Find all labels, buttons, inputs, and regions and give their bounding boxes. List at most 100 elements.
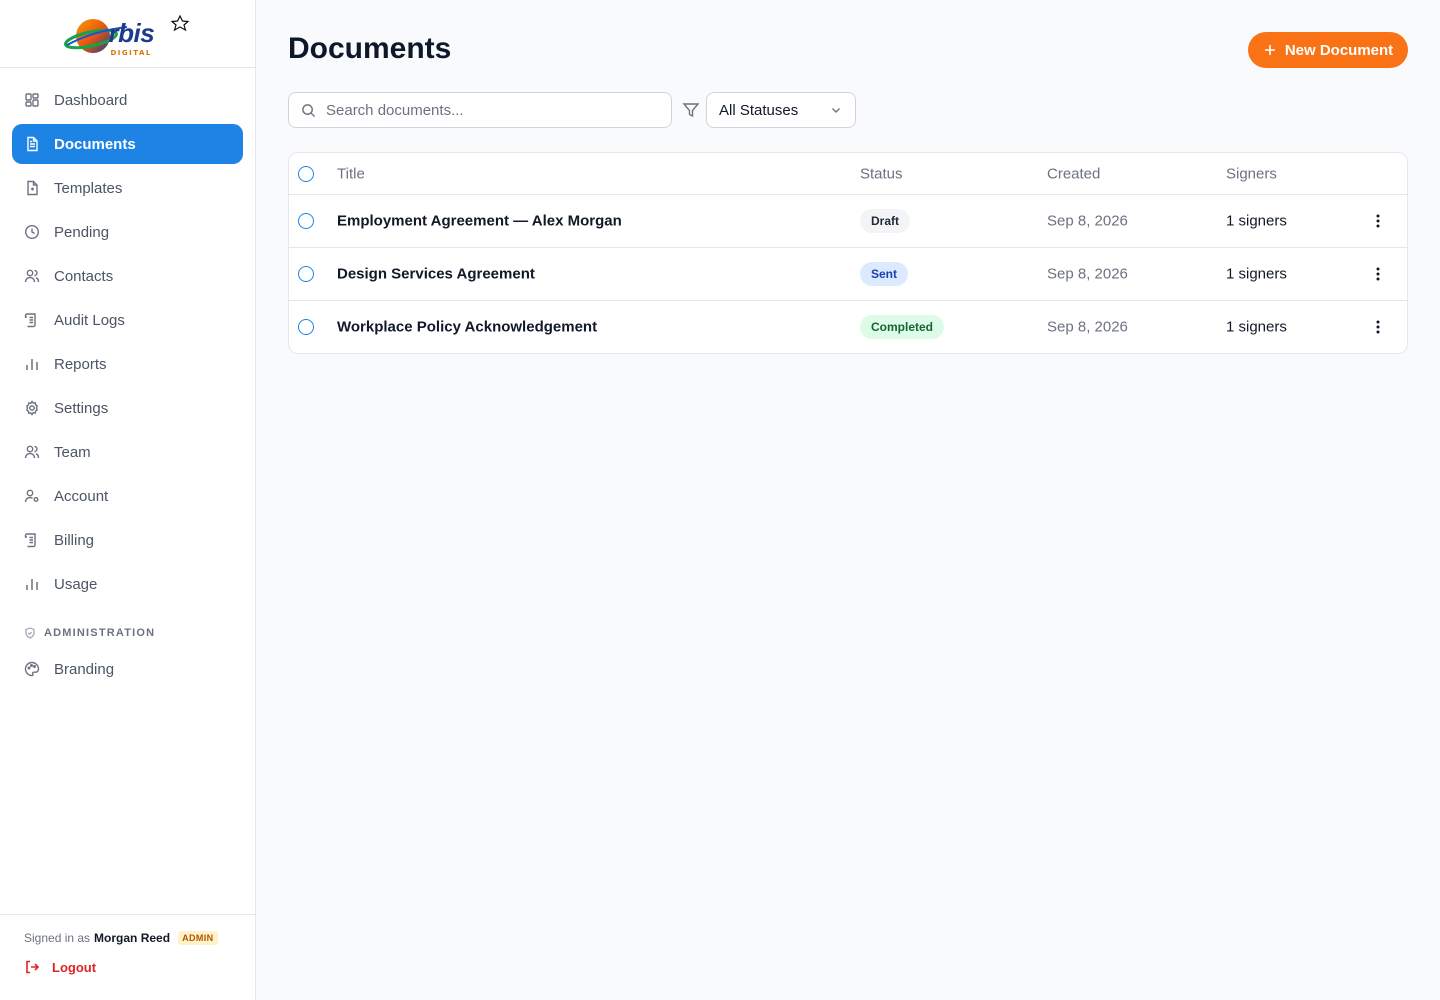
section-label-text: ADMINISTRATION <box>44 627 156 639</box>
documents-table: Title Status Created Signers Employment … <box>288 152 1408 354</box>
status-cell: Completed <box>860 315 945 339</box>
gear-icon <box>24 400 40 416</box>
signed-in-prefix: Signed in as <box>24 931 91 945</box>
row-menu-button[interactable] <box>1372 266 1384 282</box>
sidebar-item-label: Reports <box>54 355 107 373</box>
sidebar-item-team[interactable]: Team <box>12 432 243 472</box>
sidebar-item-label: Audit Logs <box>54 311 125 329</box>
sidebar-item-templates[interactable]: Templates <box>12 168 243 208</box>
sidebar-item-label: Contacts <box>54 267 114 285</box>
logo-wordmark: rbis <box>108 17 155 48</box>
sidebar-item-label: Team <box>54 443 91 461</box>
logout-icon <box>26 960 40 974</box>
more-vertical-icon <box>1376 214 1380 228</box>
document-title[interactable]: Design Services Agreement <box>337 266 535 283</box>
bar-chart-icon <box>24 356 40 372</box>
table-row[interactable]: Design Services Agreement Sent Sep 8, 20… <box>289 247 1407 300</box>
clock-icon <box>24 224 40 240</box>
document-title[interactable]: Employment Agreement — Alex Morgan <box>337 213 622 230</box>
column-header-status[interactable]: Status <box>860 165 903 182</box>
section-label-administration: ADMINISTRATION <box>12 608 243 649</box>
scroll-icon <box>24 312 40 328</box>
new-document-button[interactable]: New Document <box>1248 32 1408 68</box>
created-date: Sep 8, 2026 <box>1047 318 1128 336</box>
status-filter-value: All Statuses <box>719 101 799 119</box>
sidebar: rbis DIGITAL Dashboard Documents Templat… <box>0 0 256 1000</box>
role-badge: ADMIN <box>178 931 218 945</box>
sidebar-item-label: Pending <box>54 223 110 241</box>
table-row[interactable]: Employment Agreement — Alex Morgan Draft… <box>289 194 1407 247</box>
column-header-signers[interactable]: Signers <box>1226 165 1277 182</box>
row-checkbox[interactable] <box>298 266 314 282</box>
sidebar-item-label: Settings <box>54 399 109 417</box>
palette-icon <box>24 661 40 677</box>
bar-chart-icon <box>24 576 40 592</box>
status-badge: Sent <box>860 262 909 286</box>
sidebar-item-label: Usage <box>54 575 98 593</box>
chevron-down-icon <box>832 108 840 113</box>
sidebar-item-label: Templates <box>54 179 123 197</box>
logout-button[interactable]: Logout <box>24 959 255 975</box>
row-menu-button[interactable] <box>1372 319 1384 335</box>
more-vertical-icon <box>1376 267 1380 281</box>
table-header-row: Title Status Created Signers <box>289 153 1407 194</box>
user-cog-icon <box>24 488 40 504</box>
select-all-checkbox[interactable] <box>298 165 314 182</box>
more-vertical-icon <box>1376 320 1380 334</box>
sidebar-item-usage[interactable]: Usage <box>12 564 243 604</box>
sidebar-item-label: Account <box>54 487 109 505</box>
sidebar-footer: Signed in as Morgan Reed ADMIN Logout <box>0 914 255 1000</box>
row-checkbox[interactable] <box>298 319 314 335</box>
logout-label: Logout <box>52 959 97 975</box>
status-filter-select[interactable]: All Statuses <box>706 92 856 128</box>
sidebar-item-reports[interactable]: Reports <box>12 344 243 384</box>
status-badge: Draft <box>860 209 911 233</box>
scroll-icon <box>24 532 40 548</box>
created-date: Sep 8, 2026 <box>1047 265 1128 283</box>
sidebar-item-label: Branding <box>54 660 115 678</box>
sidebar-item-pending[interactable]: Pending <box>12 212 243 252</box>
sidebar-item-settings[interactable]: Settings <box>12 388 243 428</box>
status-badge: Completed <box>860 315 945 339</box>
logo-subtitle: DIGITAL <box>110 48 152 57</box>
signed-in-info: Signed in as Morgan Reed ADMIN <box>24 931 255 945</box>
users-icon <box>24 444 40 460</box>
sidebar-item-account[interactable]: Account <box>12 476 243 516</box>
row-menu-button[interactable] <box>1372 213 1384 229</box>
created-date: Sep 8, 2026 <box>1047 212 1128 230</box>
sidebar-nav: Dashboard Documents Templates Pending Co… <box>0 68 255 689</box>
column-header-created[interactable]: Created <box>1047 165 1100 182</box>
signers-count: 1 signers <box>1226 265 1287 283</box>
document-title[interactable]: Workplace Policy Acknowledgement <box>337 319 597 336</box>
search-icon <box>302 103 316 117</box>
row-checkbox[interactable] <box>298 213 314 229</box>
brand-logo[interactable]: rbis DIGITAL <box>63 9 193 59</box>
sidebar-item-label: Documents <box>54 135 136 153</box>
users-icon <box>24 268 40 284</box>
sidebar-item-label: Dashboard <box>54 91 128 109</box>
sidebar-item-audit-logs[interactable]: Audit Logs <box>12 300 243 340</box>
column-header-title[interactable]: Title <box>337 165 365 182</box>
filter-icon <box>682 103 700 118</box>
sidebar-item-dashboard[interactable]: Dashboard <box>12 80 243 120</box>
new-document-label: New Document <box>1284 41 1394 59</box>
sidebar-item-contacts[interactable]: Contacts <box>12 256 243 296</box>
page-title: Documents <box>288 32 452 65</box>
logo-area: rbis DIGITAL <box>0 0 255 68</box>
status-cell: Draft <box>860 209 911 233</box>
sidebar-item-documents[interactable]: Documents <box>12 124 243 164</box>
search-input[interactable] <box>326 101 646 119</box>
document-icon <box>24 136 40 152</box>
sidebar-item-label: Billing <box>54 531 95 549</box>
table-row[interactable]: Workplace Policy Acknowledgement Complet… <box>289 300 1407 353</box>
user-name: Morgan Reed <box>94 931 171 945</box>
dashboard-icon <box>24 92 40 108</box>
sidebar-item-branding[interactable]: Branding <box>12 649 243 689</box>
main-content: Documents New Document All Statuses Titl… <box>256 0 1440 1000</box>
signers-count: 1 signers <box>1226 318 1287 336</box>
search-box <box>288 92 672 128</box>
signers-count: 1 signers <box>1226 212 1287 230</box>
plus-icon <box>1264 45 1275 55</box>
template-icon <box>24 180 40 196</box>
sidebar-item-billing[interactable]: Billing <box>12 520 243 560</box>
